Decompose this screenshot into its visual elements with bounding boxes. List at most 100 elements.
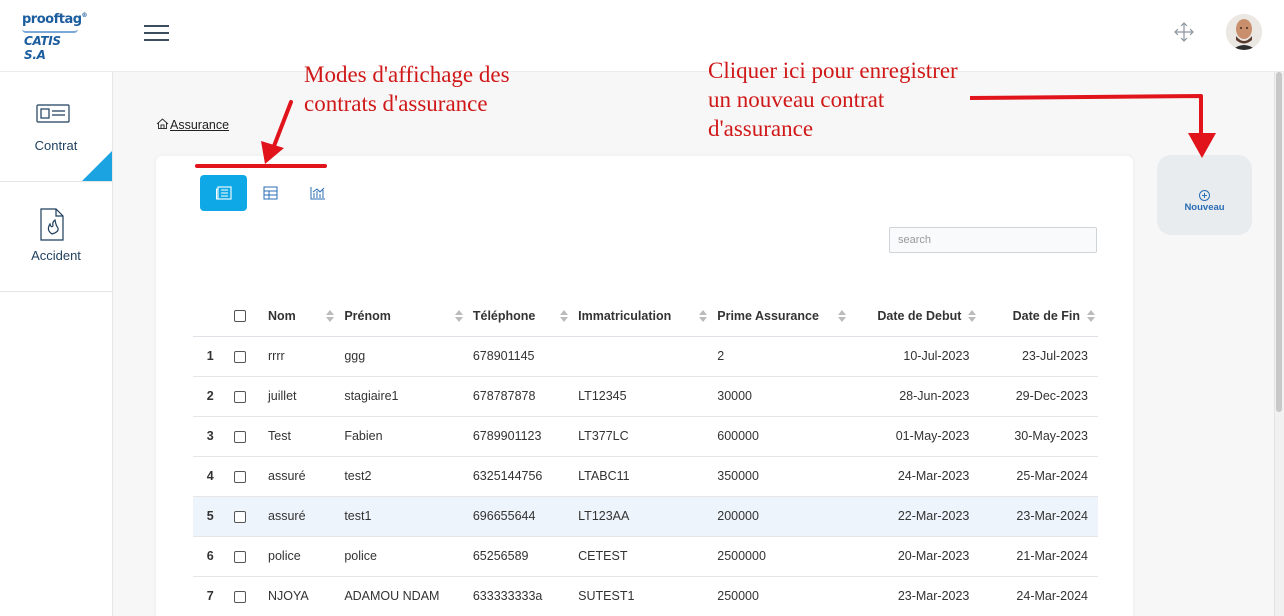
user-avatar[interactable] <box>1226 14 1262 50</box>
column-index <box>193 296 228 337</box>
table-view-icon <box>263 186 278 200</box>
table-row[interactable]: 1 rrrr ggg 678901145 2 10-Jul-2023 23-Jul-2023 <box>193 336 1098 377</box>
cell-immatriculation: LT12345 <box>578 376 718 417</box>
card-view-button[interactable] <box>200 175 247 211</box>
column-header-immatriculation[interactable]: Immatriculation <box>578 296 718 337</box>
fullscreen-icon[interactable] <box>1173 21 1195 43</box>
column-header-fin[interactable]: Date de Fin <box>979 296 1098 337</box>
column-select <box>227 296 269 337</box>
row-number: 1 <box>193 336 228 377</box>
new-contract-button[interactable]: Nouveau <box>1157 155 1252 235</box>
cell-date-fin: 30-May-2023 <box>979 416 1098 457</box>
row-number: 7 <box>193 576 228 616</box>
row-checkbox[interactable] <box>234 430 247 443</box>
cell-telephone: 678787878 <box>472 376 579 417</box>
active-indicator <box>82 151 112 181</box>
cell-date-debut: 01-May-2023 <box>855 416 980 457</box>
search-input[interactable] <box>889 227 1097 253</box>
cell-prenom: ADAMOU NDAM <box>344 576 473 616</box>
row-number: 2 <box>193 376 228 417</box>
cell-immatriculation: SUTEST1 <box>578 576 718 616</box>
cell-date-fin: 24-Mar-2024 <box>979 576 1098 616</box>
sort-icon[interactable] <box>454 310 463 322</box>
column-header-telephone[interactable]: Téléphone <box>472 296 579 337</box>
sort-icon[interactable] <box>1087 310 1095 322</box>
annotation-line: Cliquer ici pour enregistrer <box>708 58 958 83</box>
row-number: 3 <box>193 416 228 457</box>
row-select <box>227 496 269 537</box>
select-all-checkbox[interactable] <box>234 310 247 323</box>
column-header-prime[interactable]: Prime Assurance <box>717 296 856 337</box>
cell-nom: juillet <box>268 376 345 417</box>
cell-immatriculation: CETEST <box>578 536 718 577</box>
sort-icon[interactable] <box>560 310 569 322</box>
brand-logo[interactable]: prooftag® CATIS S.A <box>22 12 88 62</box>
annotation-new-contract: Cliquer ici pour enregistrer un nouveau … <box>708 56 1038 143</box>
cell-prenom: police <box>344 536 473 577</box>
page-scrollbar-thumb[interactable] <box>1276 72 1282 412</box>
brand-logo-swoosh <box>22 29 78 33</box>
cell-telephone: 633333333a <box>472 576 579 616</box>
cell-telephone: 6325144756 <box>472 456 579 497</box>
sort-icon[interactable] <box>699 310 708 322</box>
table-header-row: Nom Prénom Téléphone Immatriculation Pri… <box>193 296 1098 337</box>
sidebar-item-contrat[interactable]: Contrat <box>0 72 112 182</box>
row-checkbox[interactable] <box>234 510 247 523</box>
breadcrumb[interactable]: Assurance <box>156 118 229 132</box>
row-checkbox[interactable] <box>234 550 247 563</box>
column-header-nom[interactable]: Nom <box>268 296 345 337</box>
cell-date-fin: 29-Dec-2023 <box>979 376 1098 417</box>
cell-prenom: stagiaire1 <box>344 376 473 417</box>
cell-nom: police <box>268 536 345 577</box>
table-row[interactable]: 4 assuré test2 6325144756 LTABC11 350000 24-Ma… <box>193 456 1098 497</box>
cell-nom: Test <box>268 416 345 457</box>
row-checkbox[interactable] <box>234 390 247 403</box>
cell-nom: assuré <box>268 496 345 537</box>
cell-date-debut: 20-Mar-2023 <box>855 536 980 577</box>
table-row[interactable]: 7 NJOYA ADAMOU NDAM 633333333a SUTEST1 250000… <box>193 576 1098 616</box>
table-row[interactable]: 6 police police 65256589 CETEST 2500000 20-Mar… <box>193 536 1098 577</box>
cell-immatriculation: LT377LC <box>578 416 718 457</box>
sidebar-item-label: Accident <box>31 248 81 263</box>
header-label: Nom <box>268 308 296 323</box>
column-header-debut[interactable]: Date de Debut <box>855 296 980 337</box>
row-select <box>227 576 269 616</box>
chart-view-icon <box>310 187 325 200</box>
table-row[interactable]: 3 Test Fabien 6789901123 LT377LC 600000 01-May… <box>193 416 1098 457</box>
row-select <box>227 536 269 577</box>
menu-icon[interactable] <box>144 22 170 42</box>
table-view-button[interactable] <box>247 175 294 211</box>
cell-date-fin: 21-Mar-2024 <box>979 536 1098 577</box>
annotation-line: d'assurance <box>708 116 814 141</box>
cell-date-fin: 25-Mar-2024 <box>979 456 1098 497</box>
cell-prenom: test2 <box>344 456 473 497</box>
accident-document-icon <box>40 208 64 241</box>
header-label: Prime Assurance <box>717 308 819 323</box>
cell-telephone: 65256589 <box>472 536 579 577</box>
column-header-prenom[interactable]: Prénom <box>344 296 473 337</box>
annotation-line: un nouveau contrat <box>708 87 885 112</box>
cell-date-fin: 23-Mar-2024 <box>979 496 1098 537</box>
cell-prime: 2500000 <box>717 536 856 577</box>
cell-prime: 250000 <box>717 576 856 616</box>
row-checkbox[interactable] <box>234 590 247 603</box>
table-row[interactable]: 2 juillet stagiaire1 678787878 LT12345 30000 2… <box>193 376 1098 417</box>
sidebar-item-accident[interactable]: Accident <box>0 182 112 292</box>
row-number: 4 <box>193 456 228 497</box>
annotation-line: Modes d'affichage des <box>304 62 510 87</box>
card-view-icon <box>215 186 232 200</box>
row-select <box>227 456 269 497</box>
table-row[interactable]: 5 assuré test1 696655644 LT123AA 200000 22-Mar… <box>193 496 1098 537</box>
cell-telephone: 678901145 <box>472 336 579 377</box>
sort-icon[interactable] <box>968 310 977 322</box>
brand-logo-line1: prooftag® <box>22 12 88 27</box>
header-label: Date de Fin <box>1012 308 1080 323</box>
row-checkbox[interactable] <box>234 470 247 483</box>
cell-prime: 600000 <box>717 416 856 457</box>
row-number: 5 <box>193 496 228 537</box>
sort-icon[interactable] <box>837 310 846 322</box>
chart-view-button[interactable] <box>294 175 341 211</box>
row-checkbox[interactable] <box>234 350 247 363</box>
sort-icon[interactable] <box>326 310 335 322</box>
cell-date-debut: 23-Mar-2023 <box>855 576 980 616</box>
